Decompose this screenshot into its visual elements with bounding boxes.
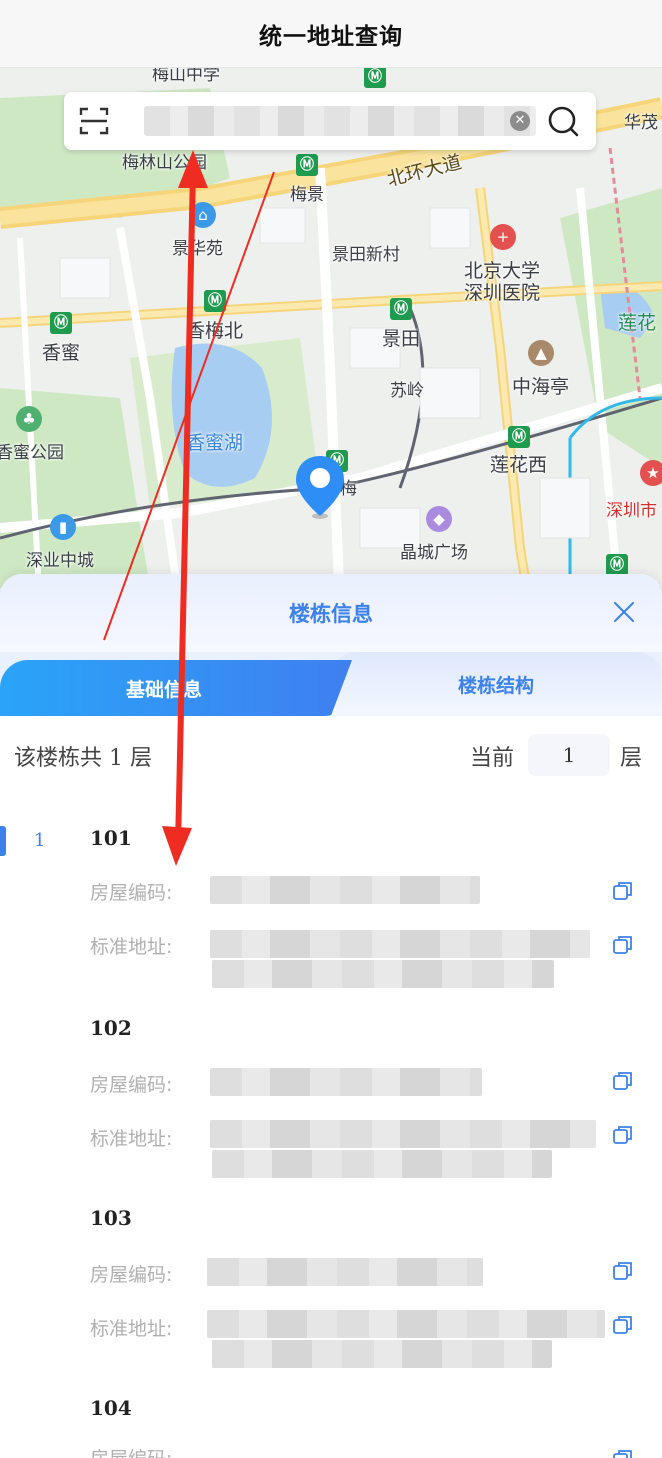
- scan-icon[interactable]: [78, 105, 110, 137]
- map-label: 苏岭: [390, 381, 424, 401]
- park-icon: ♣: [16, 406, 42, 432]
- std-address-value-redacted: [210, 930, 590, 958]
- std-address-label: 标准地址:: [90, 1128, 173, 1150]
- copy-icon[interactable]: [612, 1124, 634, 1146]
- map-label: 景华苑: [172, 239, 223, 259]
- floor-current-label: 当前: [470, 746, 515, 771]
- page-title: 统一地址查询: [259, 23, 403, 50]
- map-label: 香蜜公园: [0, 443, 64, 463]
- room-item: 101 房屋编码: 标准地址:: [90, 826, 650, 996]
- copy-icon[interactable]: [612, 1070, 634, 1092]
- search-value-redacted: [144, 106, 536, 136]
- panel-header: 楼栋信息: [0, 574, 662, 660]
- shopping-icon: ◆: [426, 506, 452, 532]
- std-address-value-redacted: [212, 960, 554, 988]
- map-label: 景田: [382, 328, 421, 350]
- house-code-value-redacted: [210, 876, 480, 904]
- panel-title: 楼栋信息: [289, 602, 373, 626]
- house-code-value-redacted: [207, 1258, 483, 1286]
- floor-input[interactable]: [528, 734, 610, 776]
- house-code-label: 房屋编码:: [90, 882, 173, 904]
- map-label: 华茂: [624, 113, 658, 133]
- metro-station-icon: Ⓜ: [204, 290, 226, 312]
- house-code-value-redacted: [210, 1068, 482, 1096]
- building-icon: ▮: [50, 514, 76, 540]
- metro-station-icon: Ⓜ: [296, 154, 318, 176]
- std-address-value-redacted: [212, 1340, 552, 1368]
- std-address-label: 标准地址:: [90, 1318, 173, 1340]
- map-label: 莲花: [618, 312, 657, 334]
- residence-icon: ⌂: [190, 202, 216, 228]
- map-label: 中海亭: [512, 376, 570, 398]
- room-number: 102: [90, 1016, 132, 1040]
- copy-icon[interactable]: [612, 1260, 634, 1282]
- map-label: 深业中城: [26, 551, 94, 571]
- room-item: 103 房屋编码: 标准地址:: [90, 1206, 650, 1376]
- std-address-value-redacted: [210, 1120, 596, 1148]
- tab-basic-info[interactable]: 基础信息: [0, 660, 352, 716]
- map-label: 梅林山公园: [122, 153, 207, 173]
- map-label: 梅山中学: [152, 68, 220, 85]
- metro-station-icon: Ⓜ: [390, 298, 412, 320]
- copy-icon[interactable]: [612, 934, 634, 956]
- metro-station-icon: Ⓜ: [364, 68, 386, 88]
- tab-label: 基础信息: [125, 678, 202, 701]
- copy-icon[interactable]: [612, 1314, 634, 1336]
- copy-icon[interactable]: [612, 1448, 634, 1458]
- house-code-label: 房屋编码:: [90, 1074, 173, 1096]
- metro-station-icon: Ⓜ: [606, 554, 628, 576]
- map-label: 晶城广场: [400, 543, 468, 563]
- map-label: 香蜜湖: [186, 432, 244, 454]
- landmark-icon: ▲: [528, 340, 554, 366]
- map-label: 深圳医院: [464, 282, 541, 304]
- panel-tabs: 楼栋结构 基础信息: [0, 652, 662, 716]
- copy-icon[interactable]: [612, 880, 634, 902]
- house-code-label: 房屋编码:: [90, 1444, 172, 1458]
- room-number: 101: [90, 826, 132, 850]
- search-bar: ✕: [64, 92, 596, 150]
- floor-unit: 层: [620, 746, 643, 771]
- map-label: 景田新村: [332, 245, 400, 265]
- floor-selector-row: 该楼栋共 1 层 当前 层: [0, 732, 662, 780]
- location-pin-icon[interactable]: [294, 454, 346, 522]
- tab-building-structure[interactable]: 楼栋结构: [330, 652, 662, 716]
- metro-station-icon: Ⓜ: [508, 426, 530, 448]
- house-code-label: 房屋编码:: [90, 1264, 173, 1286]
- floor-total-text: 该楼栋共 1 层: [14, 746, 152, 771]
- std-address-label: 标准地址:: [90, 936, 173, 958]
- map-label: 莲花西: [490, 454, 548, 476]
- map-label: 香蜜: [42, 342, 81, 364]
- active-floor-indicator: [0, 826, 6, 856]
- std-address-value-redacted: [207, 1310, 605, 1338]
- room-item: 104 房屋编码:: [90, 1396, 650, 1458]
- close-icon[interactable]: [612, 600, 636, 624]
- room-item: 102 房屋编码: 标准地址:: [90, 1016, 650, 1186]
- search-icon[interactable]: [546, 104, 580, 138]
- tab-label: 楼栋结构: [457, 674, 534, 697]
- room-number: 104: [90, 1396, 132, 1420]
- std-address-value-redacted: [212, 1150, 552, 1178]
- app-header: 统一地址查询: [0, 0, 662, 68]
- map-label: 香梅北: [186, 320, 244, 342]
- map-label: 梅景: [290, 185, 324, 205]
- government-icon: ★: [640, 460, 662, 486]
- room-number: 103: [90, 1206, 132, 1230]
- floor-nav-item[interactable]: 1: [34, 830, 45, 851]
- building-info-panel: 楼栋信息 楼栋结构 基础信息 该楼栋共 1 层 当前 层 1 101 房屋编码:…: [0, 574, 662, 1458]
- clear-icon[interactable]: ✕: [510, 111, 530, 131]
- metro-station-icon: Ⓜ: [50, 312, 72, 334]
- hospital-icon: +: [490, 224, 516, 250]
- map-label: 深圳市: [606, 501, 657, 521]
